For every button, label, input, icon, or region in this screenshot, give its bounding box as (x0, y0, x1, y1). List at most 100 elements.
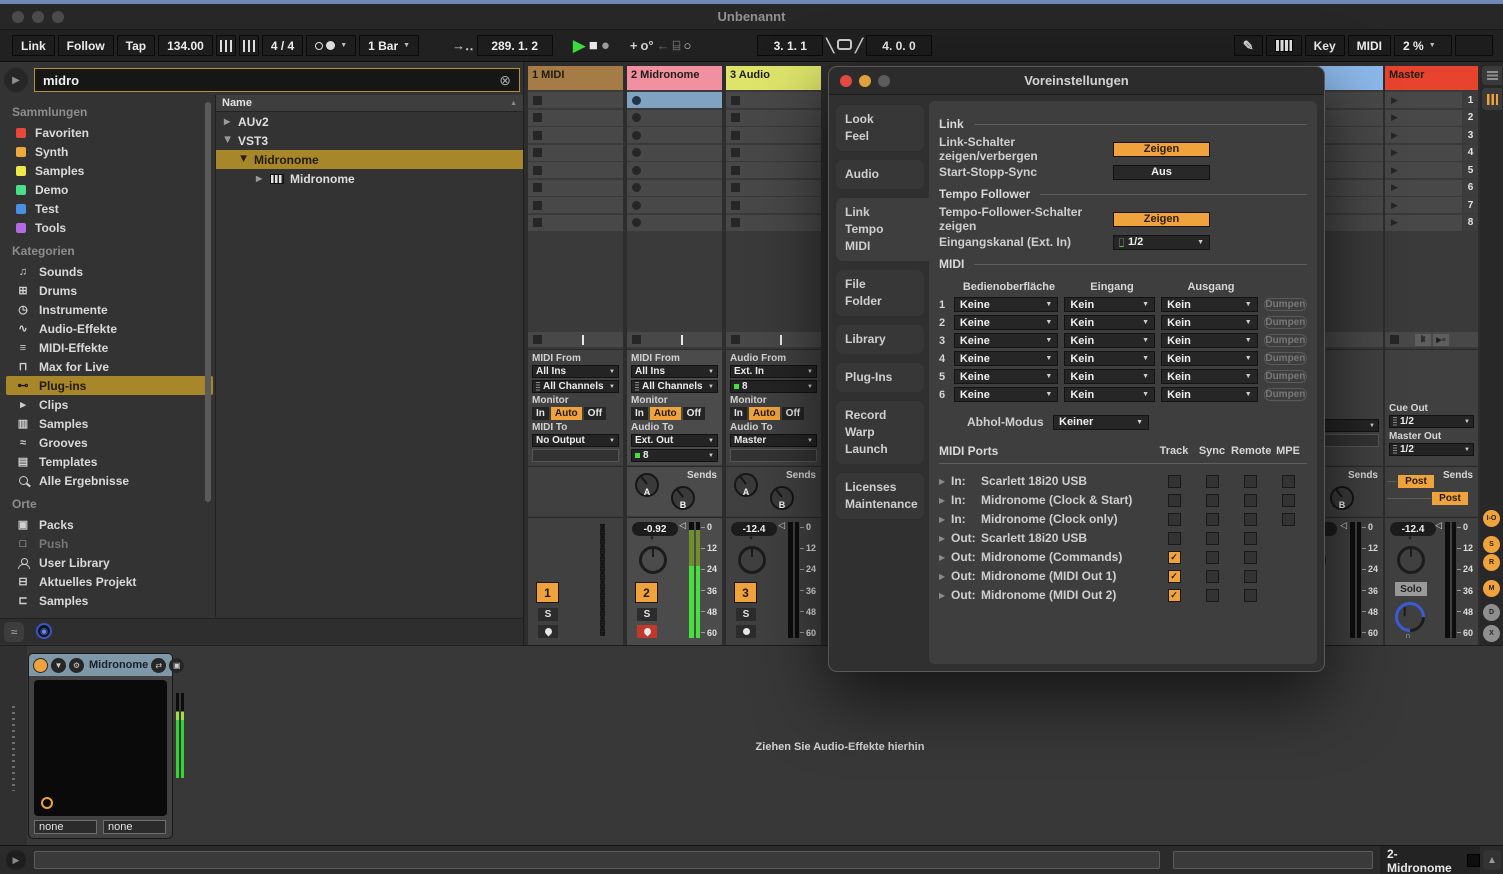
minimize-window-button[interactable] (32, 11, 44, 23)
clip-slot[interactable] (726, 110, 821, 126)
midi-output-select[interactable]: Kein▼ (1161, 369, 1258, 384)
scene-launch-button[interactable]: ▶ (1385, 127, 1462, 143)
punch-out-button[interactable]: ╱ (855, 38, 863, 54)
monitor-auto-button[interactable]: Auto (749, 407, 780, 420)
audio-to-channel-select[interactable]: 8▼ (631, 449, 718, 462)
sync-checkbox[interactable] (1206, 570, 1219, 583)
mpe-checkbox[interactable] (1282, 475, 1295, 488)
midi-surface-select[interactable]: Keine▼ (954, 351, 1058, 366)
arm-button-1[interactable] (538, 625, 558, 638)
scene-launch-button[interactable]: ▶ (1385, 215, 1462, 231)
midi-to-select[interactable]: No Output▼ (532, 434, 619, 447)
stop-all-clips-button[interactable] (1390, 335, 1399, 344)
punch-in-button[interactable]: ╲ (826, 38, 834, 54)
clip-slot[interactable] (726, 127, 821, 143)
send-a-knob[interactable]: A (635, 473, 659, 497)
device-wrench-icon[interactable]: ⚙ (69, 658, 84, 673)
io-section-toggle[interactable]: I-O (1483, 510, 1500, 527)
expand-arrow-icon[interactable]: ▶ (939, 553, 951, 562)
midi-surface-select[interactable]: Keine▼ (954, 387, 1058, 402)
sends-section-toggle[interactable]: S (1483, 536, 1500, 553)
sidebar-item-drums[interactable]: ⊞Drums (6, 281, 213, 300)
sort-arrow-icon[interactable]: ▲ (510, 100, 517, 107)
device-fold-icon[interactable]: ▼ (51, 658, 66, 673)
scene-launch-button[interactable]: ▶ (1385, 110, 1462, 126)
sidebar-item-audio-effekte[interactable]: ∿Audio-Effekte (6, 319, 213, 338)
returns-section-toggle[interactable]: R (1483, 554, 1500, 571)
arm-button-3[interactable] (736, 625, 756, 638)
midi-output-select[interactable]: Kein▼ (1161, 297, 1258, 312)
browser-toggle-button[interactable]: ▶ (4, 68, 28, 92)
clip-stop-row[interactable] (528, 332, 623, 347)
info-icon[interactable]: ◉ (36, 623, 52, 639)
sidebar-item-tools[interactable]: Tools (6, 218, 213, 237)
tempo-follower-show-toggle[interactable]: Zeigen (1113, 212, 1210, 227)
clip-slot[interactable] (528, 215, 623, 231)
track-activator-3[interactable]: 3 (734, 582, 757, 603)
clip-slot[interactable] (627, 197, 722, 213)
monitor-in-button[interactable]: In (532, 407, 549, 420)
result-row-midronome[interactable]: ▶Midronome (216, 150, 523, 169)
pan-knob-2[interactable] (639, 546, 667, 574)
tempo-field[interactable]: 134.00 (158, 35, 213, 56)
solo-button-2[interactable]: S (637, 608, 657, 621)
mixer-section-toggle[interactable]: M (1483, 580, 1500, 597)
midi-surface-select[interactable]: Keine▼ (954, 297, 1058, 312)
status-play-icon[interactable]: ▶ (6, 850, 26, 870)
device-save-icon[interactable]: ▣ (169, 658, 184, 673)
midi-from-channel-select[interactable]: All Channels▼ (532, 380, 619, 393)
track-delay-section-toggle[interactable]: D (1483, 604, 1500, 621)
sync-checkbox[interactable] (1206, 494, 1219, 507)
result-row-auv2[interactable]: ▶AUv2 (216, 112, 523, 131)
tab-link-tempo-midi[interactable]: LinkTempoMIDI (836, 198, 929, 261)
scene-launch-button[interactable]: ▶ (1385, 180, 1462, 196)
track-checkbox[interactable] (1168, 513, 1181, 526)
cpu-meter[interactable]: 2 %▼ (1394, 35, 1452, 56)
clip-slot[interactable] (726, 180, 821, 196)
volume-value-2[interactable]: -0.92 (632, 522, 678, 536)
midi-surface-select[interactable]: Keine▼ (954, 369, 1058, 384)
expand-arrow-icon[interactable]: ▶ (224, 117, 232, 126)
master-track-header[interactable]: Master (1385, 66, 1478, 90)
sidebar-item-packs[interactable]: ▣Packs (6, 515, 213, 534)
clip-slot[interactable] (726, 162, 821, 178)
clip-slot[interactable] (726, 215, 821, 231)
results-header[interactable]: Name ▲ (216, 95, 523, 112)
sidebar-item-sounds[interactable]: ♫Sounds (6, 262, 213, 281)
solo-button-3[interactable]: S (736, 608, 756, 621)
monitor-auto-button[interactable]: Auto (551, 407, 582, 420)
midi-input-select[interactable]: Kein▼ (1064, 297, 1155, 312)
sidebar-item-test[interactable]: Test (6, 199, 213, 218)
tab-audio[interactable]: Audio (836, 160, 924, 189)
remote-checkbox[interactable] (1244, 570, 1257, 583)
remote-checkbox[interactable] (1244, 532, 1257, 545)
midi-input-select[interactable]: Kein▼ (1064, 333, 1155, 348)
clip-slot[interactable] (627, 110, 722, 126)
sync-checkbox[interactable] (1206, 513, 1219, 526)
remote-checkbox[interactable] (1244, 494, 1257, 507)
tab-library[interactable]: Library (836, 325, 924, 354)
remote-checkbox[interactable] (1244, 551, 1257, 564)
tab-record-warp-launch[interactable]: RecordWarpLaunch (836, 401, 924, 464)
expand-detail-view-button[interactable]: ▲ (1483, 850, 1501, 870)
clip-slot[interactable] (627, 215, 722, 231)
expand-arrow-icon[interactable]: ▶ (224, 137, 233, 145)
session-record-button[interactable]: ○ (683, 38, 691, 53)
arm-button-2[interactable] (637, 625, 657, 638)
sidebar-item-max-for-live[interactable]: ⊓Max for Live (6, 357, 213, 376)
tab-plug-ins[interactable]: Plug-Ins (836, 363, 924, 392)
nudge-up-button[interactable] (239, 35, 259, 56)
tab-licenses-maintenance[interactable]: LicensesMaintenance (836, 473, 924, 519)
track-activator-1[interactable]: 1 (536, 582, 559, 603)
sidebar-item-grooves[interactable]: ≈Grooves (6, 433, 213, 452)
zoom-window-button[interactable] (52, 11, 64, 23)
loop-start-field[interactable]: 3. 1. 1 (757, 35, 823, 56)
stop-button[interactable]: ■ (589, 37, 598, 54)
monitor-off-button[interactable]: Off (782, 407, 804, 420)
clip-slot[interactable] (627, 92, 722, 108)
midi-surface-select[interactable]: Keine▼ (954, 333, 1058, 348)
sync-checkbox[interactable] (1206, 475, 1219, 488)
clip-slot[interactable] (726, 197, 821, 213)
audio-to-select[interactable]: Master▼ (730, 434, 817, 447)
nudge-down-button[interactable] (216, 35, 236, 56)
